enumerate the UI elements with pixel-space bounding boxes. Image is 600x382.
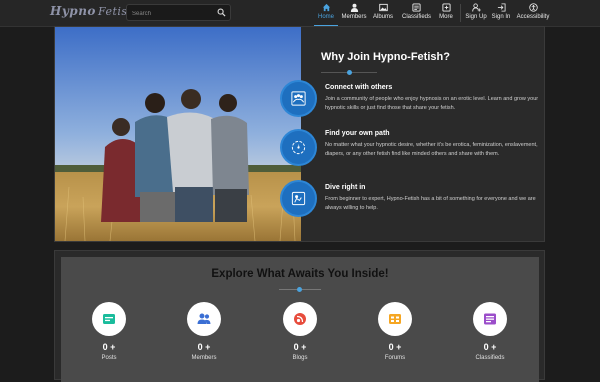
stat-blogs-circle: [283, 302, 317, 336]
stat-members-label: Members: [191, 355, 217, 361]
dive-icon: [291, 191, 306, 206]
feature-circle-connect: [280, 80, 317, 117]
classifieds-icon: [412, 3, 421, 12]
stat-blogs[interactable]: 0 + Blogs: [270, 302, 330, 361]
stat-blogs-value: 0 +: [293, 342, 307, 352]
stat-blogs-label: Blogs: [292, 355, 308, 361]
nav-home-label: Home: [317, 14, 334, 20]
nav-members-label: Members: [341, 14, 367, 20]
stat-members-circle: [187, 302, 221, 336]
explore-divider-dot: [297, 287, 302, 292]
feature-desc-connect: Join a community of people who enjoy hyp…: [325, 96, 539, 111]
feature-circle-dive: [280, 180, 317, 217]
nav-more-label: More: [439, 14, 453, 20]
stat-classifieds[interactable]: 0 + Classifieds: [460, 302, 520, 361]
image-icon: [378, 3, 388, 12]
nav-sign-in[interactable]: Sign In: [490, 0, 512, 26]
why-join-section: Why Join Hypno-Fetish? Connect with othe…: [54, 26, 545, 242]
classifieds-icon: [484, 313, 496, 325]
stat-classifieds-circle: [473, 302, 507, 336]
stat-forums-value: 0 +: [388, 342, 402, 352]
feature-title-dive: Dive right in: [325, 184, 366, 191]
feature-title-path: Find your own path: [325, 130, 390, 137]
nav-accessibility[interactable]: Accessibility: [514, 0, 552, 26]
add-user-icon: [471, 3, 481, 12]
nav-more[interactable]: More: [436, 0, 456, 26]
nav-home[interactable]: Home: [314, 0, 338, 26]
feature-desc-path: No matter what your hypnotic desire, whe…: [325, 142, 538, 157]
stat-posts-label: Posts: [101, 355, 117, 361]
nav-sign-up[interactable]: Sign Up: [464, 0, 488, 26]
stat-classifieds-label: Classifieds: [475, 355, 505, 361]
explore-title: Explore What Awaits You Inside!: [211, 268, 389, 280]
search-box: [126, 4, 231, 21]
logo-text-hypno: Hypno: [50, 4, 96, 18]
stat-forums-label: Forums: [384, 355, 406, 361]
title-divider-dot: [347, 70, 352, 75]
feature-desc-dive: From beginner to expert, Hypno-Fetish ha…: [325, 196, 536, 211]
top-navbar: HypnoFetish Home Members Albums Classifi…: [0, 0, 600, 27]
search-input[interactable]: [130, 6, 216, 21]
person-icon: [350, 3, 358, 12]
nav-classifieds-label: Classifieds: [401, 14, 431, 20]
forums-icon: [389, 314, 401, 324]
nav-divider: [460, 4, 461, 22]
nav-classifieds[interactable]: Classifieds: [399, 0, 434, 26]
nav-sign-in-label: Sign In: [491, 14, 511, 20]
compass-icon: [291, 140, 306, 155]
feature-title-connect: Connect with others: [325, 84, 393, 91]
nav-albums[interactable]: Albums: [371, 0, 395, 26]
stat-posts-circle: [92, 302, 126, 336]
stat-forums-circle: [378, 302, 412, 336]
hero-image: [55, 27, 301, 241]
accessibility-icon: [528, 3, 538, 12]
why-join-title: Why Join Hypno-Fetish?: [321, 51, 450, 63]
stat-members[interactable]: 0 + Members: [174, 302, 234, 361]
blogs-icon: [294, 313, 306, 325]
members-icon: [197, 313, 211, 324]
posts-icon: [103, 314, 115, 324]
more-icon: [441, 3, 451, 12]
stat-forums[interactable]: 0 + Forums: [365, 302, 425, 361]
community-icon: [291, 91, 306, 106]
nav-members[interactable]: Members: [340, 0, 368, 26]
home-icon: [322, 3, 330, 12]
nav-sign-up-label: Sign Up: [465, 14, 487, 20]
stat-posts-value: 0 +: [102, 342, 116, 352]
search-icon[interactable]: [217, 8, 226, 17]
sign-in-icon: [497, 3, 506, 12]
stat-classifieds-value: 0 +: [483, 342, 497, 352]
nav-accessibility-label: Accessibility: [516, 14, 550, 20]
nav-albums-label: Albums: [372, 14, 393, 20]
stat-members-value: 0 +: [197, 342, 211, 352]
feature-circle-path: [280, 129, 317, 166]
site-logo[interactable]: Hypno Fetish: [50, 4, 135, 18]
stat-posts[interactable]: 0 + Posts: [79, 302, 139, 361]
